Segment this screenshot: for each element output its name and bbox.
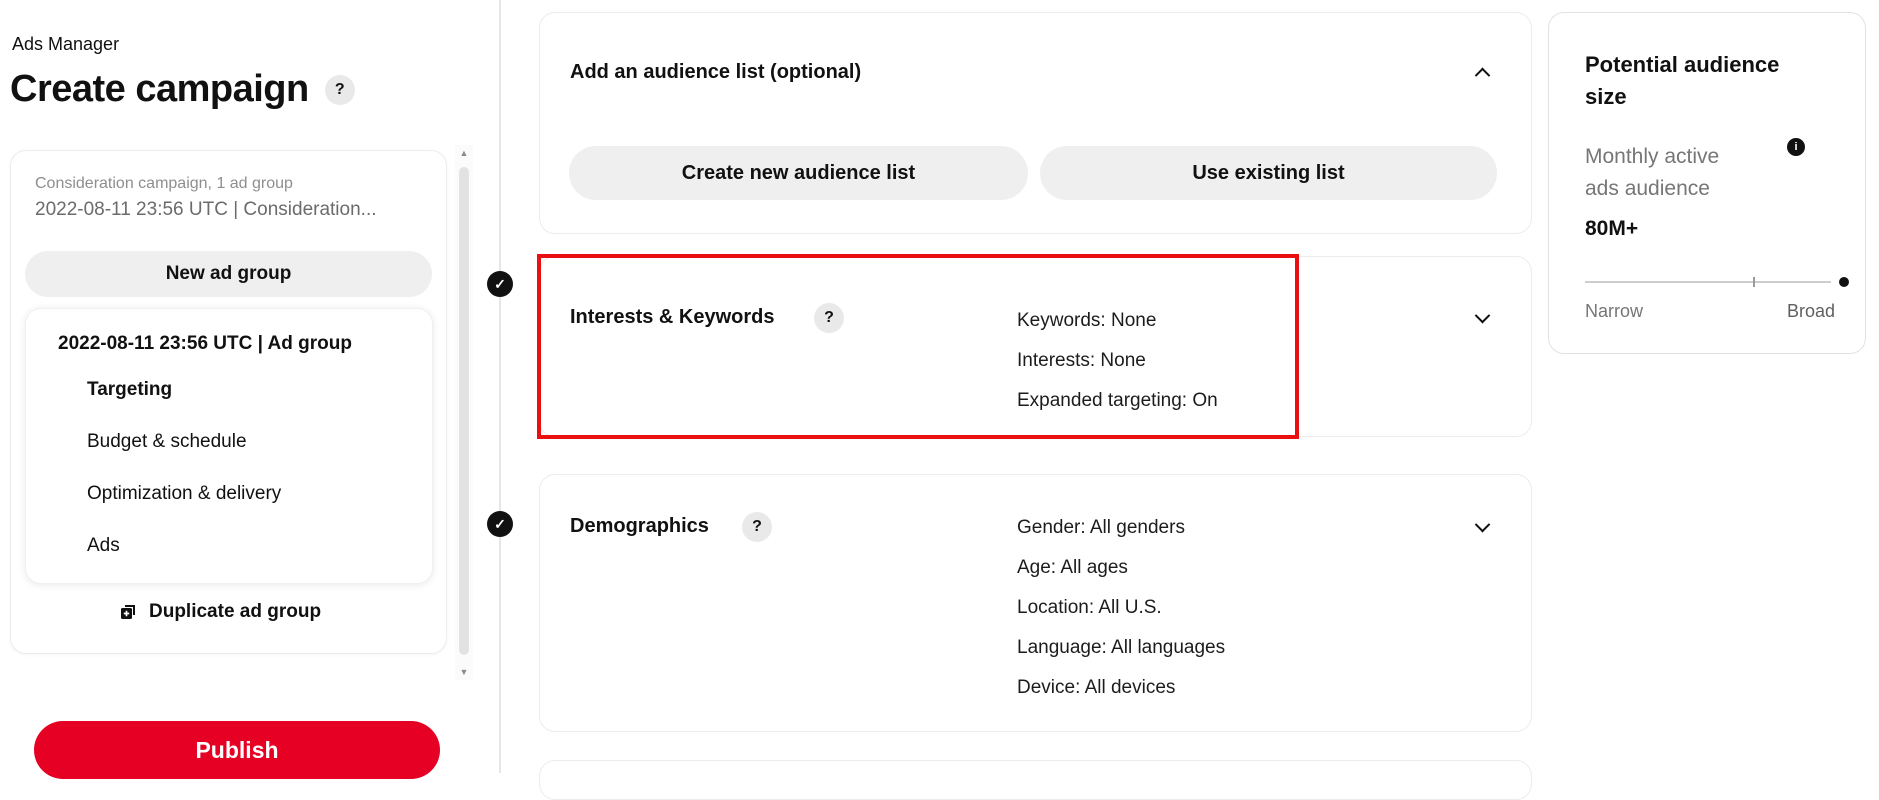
help-glyph: ? <box>824 309 834 326</box>
sidebar-item-budget-schedule[interactable]: Budget & schedule <box>87 431 247 453</box>
audience-size-slider <box>1585 277 1849 287</box>
summary-language: Language: All languages <box>1017 637 1226 658</box>
new-ad-group-button[interactable]: New ad group <box>25 251 432 297</box>
demographics-summary: Gender: All genders Age: All ages Locati… <box>1017 508 1225 708</box>
check-glyph: ✓ <box>494 515 506 532</box>
chevron-down-icon[interactable] <box>1469 514 1495 540</box>
slider-tick <box>1753 277 1755 287</box>
create-new-audience-list-button[interactable]: Create new audience list <box>569 146 1028 200</box>
potential-audience-title: Potential audience size <box>1585 52 1780 109</box>
help-icon[interactable]: ? <box>324 74 355 105</box>
vertical-divider <box>499 0 501 773</box>
summary-interests: Interests: None <box>1017 350 1146 371</box>
summary-gender: Gender: All genders <box>1017 517 1185 538</box>
summary-device: Device: All devices <box>1017 677 1176 698</box>
audience-list-card-title: Add an audience list (optional) <box>570 61 862 83</box>
audience-list-card: Add an audience list (optional) Create n… <box>539 12 1532 234</box>
audience-size-value: 80M+ <box>1585 217 1639 240</box>
sidebar-item-targeting[interactable]: Targeting <box>87 379 172 401</box>
help-icon[interactable]: ? <box>814 303 844 333</box>
next-section-card <box>539 760 1532 800</box>
use-existing-list-button[interactable]: Use existing list <box>1040 146 1497 200</box>
interests-keywords-title: Interests & Keywords <box>570 306 775 328</box>
demographics-title: Demographics <box>570 515 709 537</box>
interests-summary: Keywords: None Interests: None Expanded … <box>1017 301 1218 421</box>
summary-expanded-targeting: Expanded targeting: On <box>1017 390 1218 411</box>
duplicate-label: Duplicate ad group <box>149 601 322 622</box>
potential-audience-panel: Potential audience size Monthly active a… <box>1548 12 1866 354</box>
campaign-type-label: Consideration campaign, 1 ad group <box>35 175 293 192</box>
chevron-down-glyph <box>1474 307 1490 323</box>
scroll-up-icon[interactable]: ▲ <box>455 145 473 161</box>
duplicate-icon <box>119 603 137 621</box>
chevron-down-icon[interactable] <box>1469 305 1495 331</box>
completed-check-icon: ✓ <box>487 511 513 537</box>
chevron-up-glyph <box>1474 67 1490 83</box>
page-title-row: Create campaign ? <box>10 68 355 111</box>
scrollbar-thumb[interactable] <box>459 167 469 655</box>
interests-keywords-card: Interests & Keywords ? Keywords: None In… <box>539 256 1532 437</box>
page-title: Create campaign <box>10 68 309 110</box>
page: { "app": { "name": "Ads Manager", "page_… <box>0 0 1879 800</box>
app-name: Ads Manager <box>12 34 120 54</box>
chevron-down-glyph <box>1474 516 1490 532</box>
help-glyph: ? <box>334 80 345 98</box>
summary-keywords: Keywords: None <box>1017 310 1157 331</box>
publish-button[interactable]: Publish <box>34 721 440 779</box>
info-icon[interactable]: i <box>1787 138 1805 156</box>
help-icon[interactable]: ? <box>742 512 772 542</box>
sidebar-scrollbar[interactable]: ▲ ▼ <box>455 145 473 680</box>
campaign-panel: Consideration campaign, 1 ad group 2022-… <box>10 150 447 654</box>
slider-dot <box>1839 277 1849 287</box>
summary-location: Location: All U.S. <box>1017 597 1162 618</box>
sidebar-item-ads[interactable]: Ads <box>87 535 120 557</box>
ad-group-title: 2022-08-11 23:56 UTC | Ad group <box>58 333 352 354</box>
demographics-card: Demographics ? Gender: All genders Age: … <box>539 474 1532 732</box>
slider-min-label: Narrow <box>1585 301 1644 321</box>
help-glyph: ? <box>752 518 762 535</box>
monthly-active-label: Monthly active ads audience <box>1585 145 1720 200</box>
slider-max-label: Broad <box>1786 301 1835 321</box>
duplicate-ad-group-button[interactable]: Duplicate ad group <box>119 601 321 623</box>
info-glyph: i <box>1794 141 1798 153</box>
campaign-name-label: 2022-08-11 23:56 UTC | Consideration... <box>35 199 377 220</box>
summary-age: Age: All ages <box>1017 557 1128 578</box>
ad-group-card: 2022-08-11 23:56 UTC | Ad group Targetin… <box>25 308 433 584</box>
chevron-up-icon[interactable] <box>1469 59 1495 85</box>
check-glyph: ✓ <box>494 275 506 292</box>
scroll-down-icon[interactable]: ▼ <box>455 664 473 680</box>
completed-check-icon: ✓ <box>487 271 513 297</box>
sidebar-item-optimization-delivery[interactable]: Optimization & delivery <box>87 483 281 505</box>
